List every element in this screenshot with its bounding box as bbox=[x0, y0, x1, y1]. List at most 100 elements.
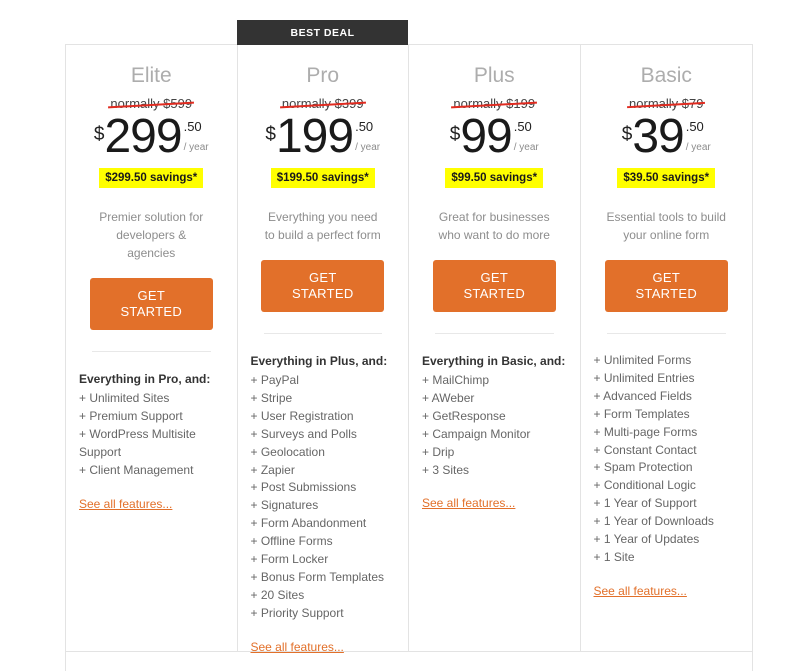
savings-badge: $199.50 savings* bbox=[270, 168, 375, 188]
feature-item: + Form Locker bbox=[250, 552, 329, 567]
feature-item: + Stripe bbox=[250, 390, 293, 405]
plan-original-price: normally $599 bbox=[108, 96, 195, 112]
feature-item: + User Registration bbox=[250, 408, 354, 423]
plan-columns: Elitenormally $599$299.50/ year$299.50 s… bbox=[65, 44, 753, 654]
see-all-features-link[interactable]: See all features... bbox=[79, 496, 172, 513]
price-amount: 199 bbox=[275, 110, 354, 163]
feature-item: + Bonus Form Templates bbox=[250, 569, 385, 584]
feature-item: + 1 Year of Support bbox=[593, 496, 697, 511]
get-started-button[interactable]: GET STARTED bbox=[89, 278, 213, 330]
plan-price: $39.50 / year bbox=[593, 110, 741, 163]
plan-tagline: Essential tools to build your online for… bbox=[606, 210, 726, 242]
feature-item: + Geolocation bbox=[250, 444, 325, 459]
features-list: + Unlimited Forms + Unlimited Entries + Ad… bbox=[581, 334, 753, 610]
plan-tagline: Everything you need to build a perfect f… bbox=[264, 210, 381, 242]
cta-wrapper: GET STARTED bbox=[593, 260, 741, 312]
savings-badge: $39.50 savings* bbox=[617, 168, 716, 188]
feature-item: + Unlimited Sites bbox=[79, 391, 170, 405]
cta-wrapper: GET STARTED bbox=[421, 260, 568, 312]
feature-item: + 1 Year of Downloads bbox=[593, 514, 714, 529]
plan-name: Elite bbox=[130, 64, 172, 87]
features-title: Everything in Basic, and: bbox=[422, 354, 566, 368]
feature-item: + Priority Support bbox=[250, 605, 344, 620]
feature-item: + Multi-page Forms bbox=[593, 424, 698, 439]
see-all-features-link[interactable]: See all features... bbox=[422, 495, 515, 512]
feature-item: + Signatures bbox=[250, 498, 319, 513]
feature-item: + Client Management bbox=[79, 462, 194, 477]
price-suffix: .50 / year bbox=[355, 120, 380, 154]
plan-name: Basic bbox=[640, 64, 692, 87]
price-cents: .50 bbox=[685, 119, 704, 134]
plan-header: Elite normally $599$299.50 / year $299.50 s… bbox=[66, 45, 237, 352]
currency-symbol: $ bbox=[449, 124, 461, 145]
see-all-features-link[interactable]: See all features... bbox=[251, 639, 344, 656]
price-amount: 39 bbox=[632, 110, 684, 163]
feature-item: + Premium Support bbox=[79, 408, 183, 423]
feature-item: + Surveys and Polls bbox=[250, 426, 357, 441]
plan-header: Pro normally $399$199.50 / year $199.50 sav… bbox=[238, 45, 409, 334]
plan-column-pro: Pro normally $399$199.50 / year $199.50 sav… bbox=[237, 45, 409, 654]
price-period: / year bbox=[685, 142, 711, 153]
feature-item: + Campaign Monitor bbox=[422, 426, 531, 441]
feature-item: + Constant Contact bbox=[593, 442, 697, 457]
price-suffix: .50 / year bbox=[686, 120, 711, 154]
price-cents: .50 bbox=[513, 119, 532, 134]
feature-item: + GetResponse bbox=[422, 408, 506, 423]
price-cents: .50 bbox=[355, 119, 374, 134]
see-all-features-link[interactable]: See all features... bbox=[594, 583, 687, 600]
feature-item: + Spam Protection bbox=[593, 460, 693, 475]
feature-item: + Drip bbox=[422, 444, 455, 459]
feature-item: + AWeber bbox=[422, 390, 475, 405]
feature-item: + Unlimited Entries bbox=[593, 370, 695, 385]
price-amount: 99 bbox=[460, 110, 512, 163]
features-title: Everything in Plus, and: bbox=[250, 354, 388, 368]
price-period: / year bbox=[355, 142, 381, 153]
feature-item: + 1 Year of Updates bbox=[593, 532, 700, 547]
feature-item: + 20 Sites bbox=[250, 587, 305, 602]
features-list: Everything in Pro, and: + Unlimited Sites… bbox=[66, 352, 237, 523]
features-title: Everything in Pro, and: bbox=[79, 372, 211, 386]
plan-name: Plus bbox=[473, 64, 515, 87]
plan-price: $299.50 / year bbox=[78, 110, 225, 163]
feature-item: + Conditional Logic bbox=[593, 478, 696, 493]
feature-item: + Zapier bbox=[250, 462, 295, 477]
plan-name: Pro bbox=[306, 64, 340, 87]
feature-item: + MailChimp bbox=[422, 373, 490, 387]
plan-price: $199.50 / year bbox=[250, 110, 397, 163]
get-started-button[interactable]: GET STARTED bbox=[432, 260, 556, 312]
currency-symbol: $ bbox=[265, 124, 276, 145]
get-started-button[interactable]: GET STARTED bbox=[604, 260, 728, 312]
savings-badge: $99.50 savings* bbox=[445, 168, 544, 188]
plan-column-plus: Plus normally $199 $99.50 / year $99.50 savi… bbox=[409, 45, 581, 651]
cta-wrapper: GET STARTED bbox=[250, 260, 397, 312]
feature-item: + 3 Sites bbox=[422, 462, 470, 477]
best-deal-banner: BEST DEAL bbox=[237, 20, 408, 45]
feature-item: + PayPal bbox=[250, 373, 299, 387]
feature-item: + Post Submissions bbox=[250, 480, 357, 495]
price-cents: .50 bbox=[183, 119, 202, 134]
price-amount: 299 bbox=[104, 110, 182, 163]
plan-header: Basic normally $79 $39.50 / year $39.50 savi… bbox=[581, 45, 753, 334]
cta-wrapper: GET STARTED bbox=[78, 278, 225, 330]
currency-symbol: $ bbox=[93, 124, 105, 145]
plan-original-price: normally $79 bbox=[627, 96, 706, 112]
currency-symbol: $ bbox=[621, 124, 633, 145]
features-list: Everything in Basic, and: + MailChimp + AW… bbox=[409, 334, 580, 522]
feature-item: + Advanced Fields bbox=[593, 388, 692, 403]
feature-item: + 1 Site bbox=[593, 549, 635, 564]
pricing-table: BEST DEAL Elitenormally $599$299.50/ yea… bbox=[0, 0, 808, 671]
get-started-button[interactable]: GET STARTED bbox=[261, 260, 385, 312]
plan-tagline: Premier solution for developers & agenci… bbox=[99, 210, 204, 260]
plan-original-price: normally $199 bbox=[451, 96, 538, 112]
table-footer-strip bbox=[65, 652, 753, 671]
price-suffix: .50 / year bbox=[514, 120, 539, 154]
plan-original-price: normally $399 bbox=[279, 96, 366, 112]
plan-tagline: Great for businesses who want to do more bbox=[438, 210, 550, 242]
feature-item: + Form Templates bbox=[593, 406, 690, 421]
price-period: / year bbox=[183, 142, 209, 153]
plan-column-basic: Basic normally $79 $39.50 / year $39.50 savi… bbox=[580, 45, 753, 651]
savings-badge: $299.50 savings* bbox=[99, 168, 204, 188]
plan-price: $99.50 / year bbox=[421, 110, 568, 163]
features-list: Everything in Plus, and: + PayPal + Stripe… bbox=[238, 334, 409, 666]
feature-item: + WordPress Multisite Support bbox=[79, 426, 196, 459]
